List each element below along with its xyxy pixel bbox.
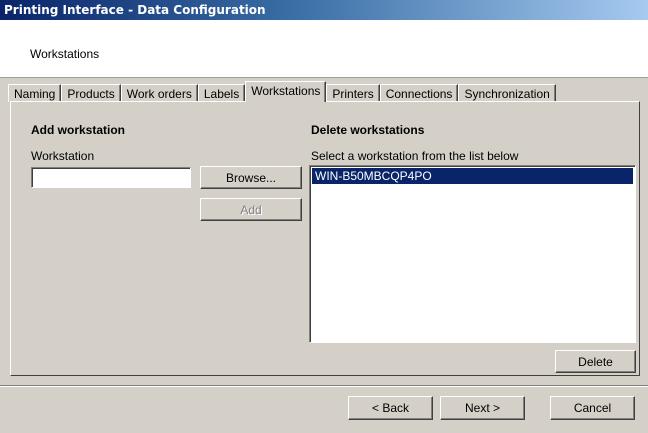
window-title: Printing Interface - Data Configuration [0,0,648,20]
tab-naming[interactable]: Naming [8,84,62,102]
list-item[interactable]: WIN-B50MBCQP4PO [312,168,633,184]
browse-button[interactable]: Browse... [200,166,302,189]
tab-workstations[interactable]: Workstations [245,81,327,102]
configuration-window: Printing Interface - Data Configuration … [0,0,648,433]
workstation-list[interactable]: WIN-B50MBCQP4PO [309,165,636,343]
tab-synchronization[interactable]: Synchronization [458,84,556,102]
next-button[interactable]: Next > [440,396,525,420]
tab-connections[interactable]: Connections [379,84,459,102]
page-title: Workstations [30,47,100,61]
tab-products[interactable]: Products [61,84,121,102]
header-panel: Workstations [0,20,648,78]
delete-workstations-heading: Delete workstations [311,123,425,137]
delete-instruction-label: Select a workstation from the list below [311,149,519,163]
tab-labels[interactable]: Labels [197,84,246,102]
delete-button[interactable]: Delete [555,350,636,373]
add-workstation-heading: Add workstation [31,123,126,137]
tab-work-orders[interactable]: Work orders [120,84,198,102]
add-button[interactable]: Add [200,198,302,221]
workstation-input[interactable] [31,167,191,188]
back-button[interactable]: < Back [348,396,433,420]
footer-divider [0,385,648,387]
workstation-field-label: Workstation [31,149,95,163]
tab-strip: Naming Products Work orders Labels Works… [8,81,556,102]
tab-printers[interactable]: Printers [326,84,380,102]
cancel-button[interactable]: Cancel [550,396,635,420]
workstations-tab-panel: Add workstation Workstation Browse... Ad… [10,101,640,376]
